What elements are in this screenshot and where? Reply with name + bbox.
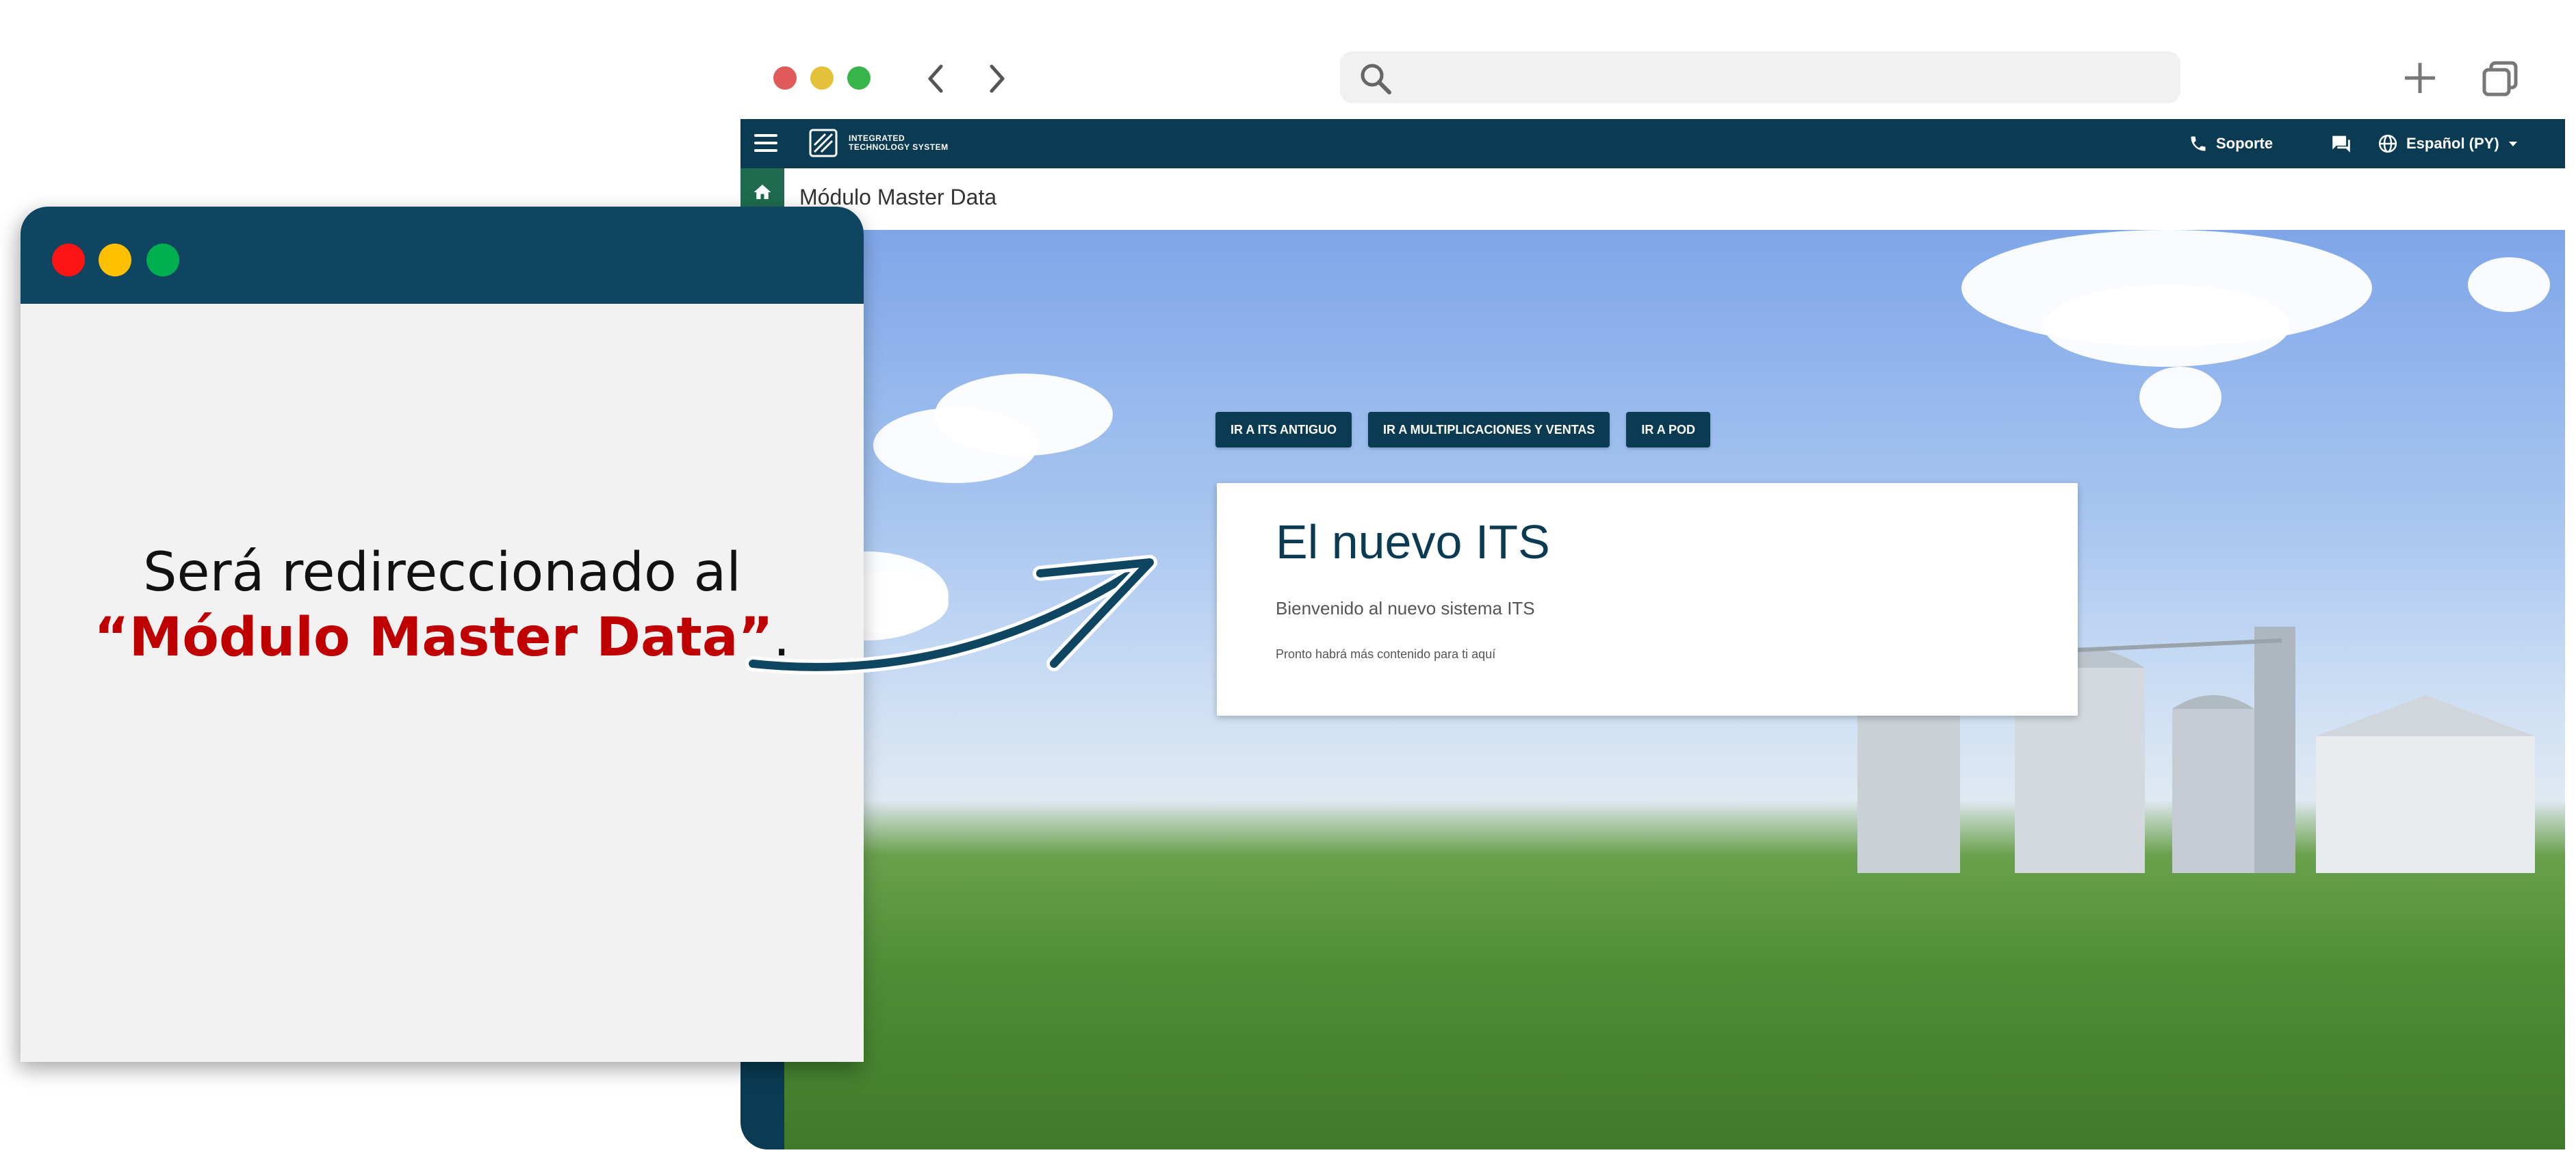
close-window-dot[interactable] xyxy=(773,66,797,90)
cloud xyxy=(873,408,1038,483)
callout-window: Será redireccionado al “Módulo Master Da… xyxy=(21,207,864,1062)
logo-line-2: TECHNOLOGY SYSTEM xyxy=(849,142,949,152)
address-bar[interactable] xyxy=(1340,51,2180,103)
go-to-its-antiguo-button[interactable]: IR A ITS ANTIGUO xyxy=(1215,412,1352,447)
welcome-title: El nuevo ITS xyxy=(1276,515,1550,569)
phone-icon xyxy=(2191,136,2206,151)
maximize-window-dot[interactable] xyxy=(847,66,871,90)
pointer-arrow-icon xyxy=(745,555,1157,675)
welcome-note: Pronto habrá más contenido para ti aquí xyxy=(1276,647,1496,661)
chevron-down-icon xyxy=(2508,142,2517,146)
callout-text-line-2: “Módulo Master Data”. xyxy=(21,607,864,668)
callout-header xyxy=(21,207,864,304)
back-arrow-icon[interactable] xyxy=(917,60,954,97)
cloud xyxy=(2139,367,2221,428)
callout-green-dot xyxy=(146,244,179,276)
callout-yellow-dot xyxy=(99,244,131,276)
menu-icon[interactable] xyxy=(754,134,777,153)
search-icon xyxy=(1361,64,1391,94)
hero-background: IR A ITS ANTIGUO IR A MULTIPLICACIONES Y… xyxy=(784,230,2565,1149)
app-header: INTEGRATED TECHNOLOGY SYSTEM Soporte Esp… xyxy=(740,119,2565,168)
chat-button[interactable] xyxy=(2330,119,2361,168)
cloud xyxy=(2044,285,2290,367)
chat-icon xyxy=(2332,135,2350,153)
breadcrumb: Módulo Master Data xyxy=(740,168,2565,230)
its-logo-icon xyxy=(809,129,838,157)
go-to-pod-button[interactable]: IR A POD xyxy=(1626,412,1711,447)
language-label: Español (PY) xyxy=(2406,135,2499,152)
cloud xyxy=(2468,257,2550,312)
language-select[interactable]: Español (PY) xyxy=(2378,119,2528,168)
globe-icon xyxy=(2378,134,2397,153)
minimize-window-dot[interactable] xyxy=(810,66,834,90)
home-icon xyxy=(754,184,771,199)
callout-red-dot xyxy=(52,244,85,276)
go-to-multiplicaciones-ventas-button[interactable]: IR A MULTIPLICACIONES Y VENTAS xyxy=(1368,412,1610,447)
welcome-subtitle: Bienvenido al nuevo sistema ITS xyxy=(1276,598,1535,619)
callout-text-line-1: Será redireccionado al xyxy=(143,542,741,603)
support-button[interactable]: Soporte xyxy=(2189,119,2273,168)
forward-arrow-icon[interactable] xyxy=(979,60,1016,97)
callout-highlight: “Módulo Master Data” xyxy=(94,607,773,668)
support-label: Soporte xyxy=(2216,135,2274,152)
tabs-overview-icon[interactable] xyxy=(2480,57,2521,99)
welcome-card: El nuevo ITS Bienvenido al nuevo sistema… xyxy=(1217,483,2078,716)
logo-text: INTEGRATED TECHNOLOGY SYSTEM xyxy=(849,134,986,152)
new-tab-plus-icon[interactable] xyxy=(2399,57,2440,99)
hero-button-row: IR A ITS ANTIGUO IR A MULTIPLICACIONES Y… xyxy=(1215,412,1727,447)
